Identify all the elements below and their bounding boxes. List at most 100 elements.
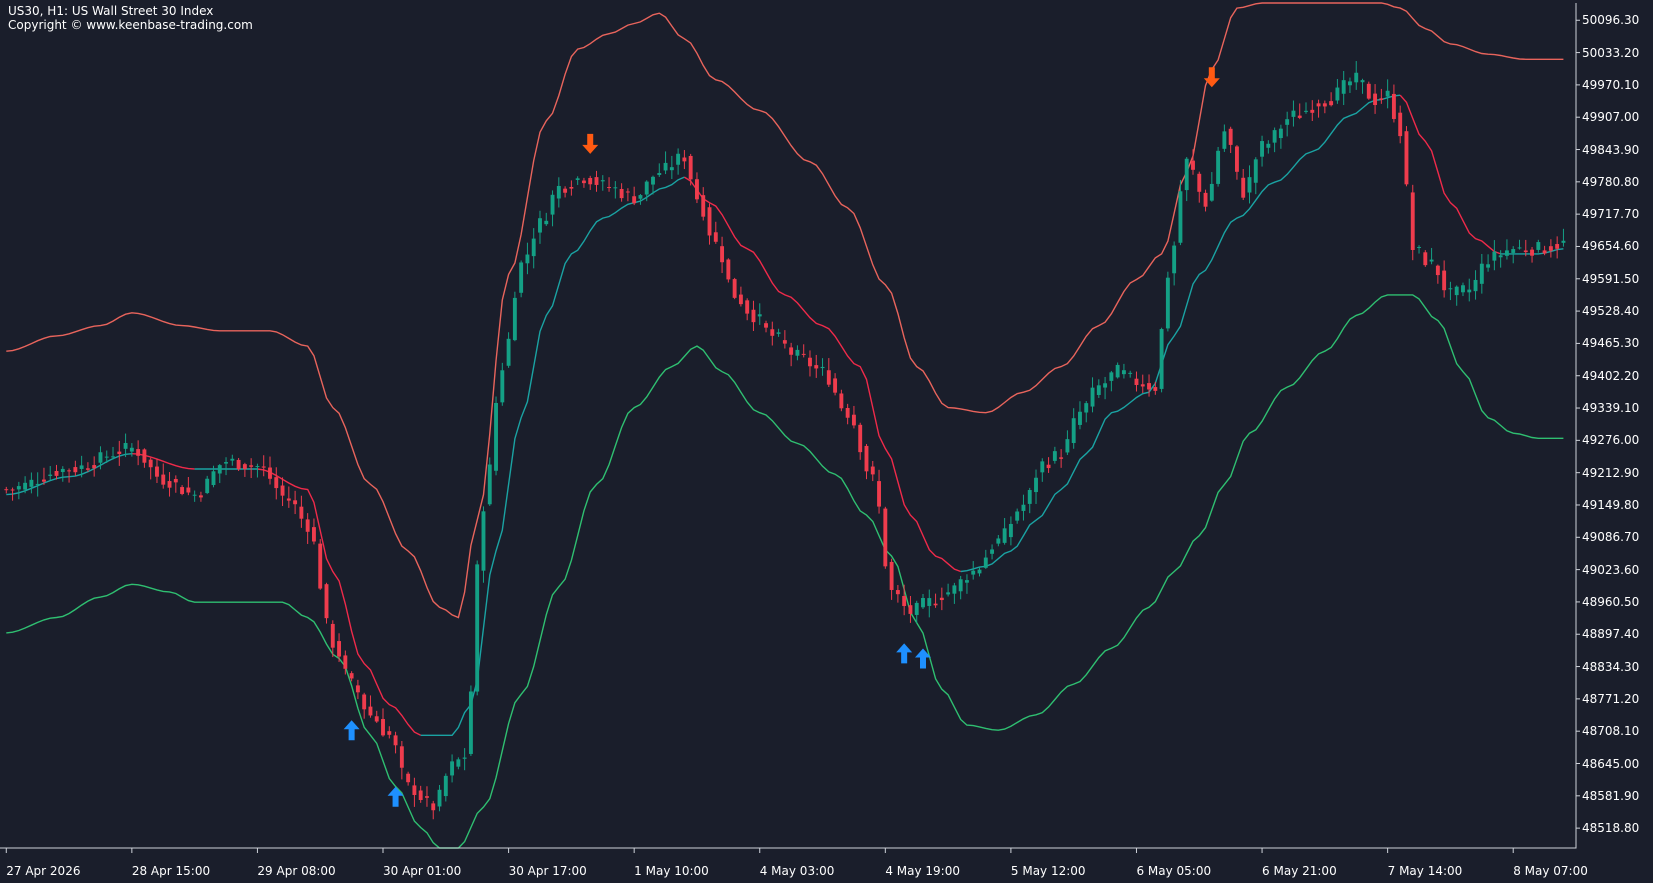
candle-body [1498,255,1503,258]
candle-body [933,603,938,606]
candle-body [255,466,260,468]
candle-body [1329,101,1334,106]
candle-body [1536,242,1541,250]
candle-body [632,196,637,204]
candle-body [1542,250,1547,254]
candle-body [644,181,649,195]
candle-body [1165,277,1170,329]
candle-body [977,569,982,574]
candle-body [525,254,530,264]
candle-body [236,459,241,470]
candle-body [789,347,794,355]
price-label: 49023.60 [1582,562,1640,577]
candle-body [569,187,574,189]
time-label: 7 May 14:00 [1387,864,1463,878]
price-label: 49717.70 [1582,207,1640,222]
candle-body [1310,109,1315,113]
candle-body [1523,250,1528,253]
candle-body [180,487,185,494]
candle-body [142,449,147,463]
candle-body [1379,98,1384,100]
candle-body [575,178,580,180]
candle-body [23,482,28,490]
price-label: 48897.40 [1582,627,1640,642]
candle-body [1197,173,1202,192]
candle-body [776,332,781,334]
candle-body [1096,385,1101,395]
candle-body [512,297,517,341]
chart-title: US30, H1: US Wall Street 30 Index [8,4,214,18]
candle-body [581,180,586,184]
candle-body [1410,192,1415,250]
candle-body [205,478,210,494]
candle-body [927,598,932,606]
candle-body [864,445,869,472]
candle-body [858,424,863,453]
candle-body [98,452,103,463]
price-chart[interactable] [0,0,1653,883]
candle-body [550,194,555,215]
candle-body [939,597,944,601]
candle-body [833,378,838,393]
candle-body [738,294,743,305]
candle-body [1147,383,1151,390]
candle-body [1278,128,1283,139]
price-label: 48960.50 [1582,594,1640,609]
candle-body [117,451,122,454]
candle-body [1555,244,1560,249]
candle-body [211,471,216,486]
candle-body [1316,103,1321,107]
time-label: 27 Apr 2026 [6,864,81,878]
candle-body [707,207,712,236]
candle-body [676,153,681,165]
candle-body [1479,263,1484,284]
candle-body [104,456,109,458]
candle-body [1128,372,1133,374]
candle-body [16,486,21,490]
candle-body [895,590,900,595]
price-label: 48645.00 [1582,756,1640,771]
candle-body [198,495,203,498]
candle-body [230,458,235,461]
candle-body [1209,183,1214,201]
candle-body [1222,131,1227,149]
candle-body [29,479,34,487]
candle-body [242,464,247,470]
candle-body [337,641,342,657]
candle-body [186,487,191,493]
chart-window[interactable]: US30, H1: US Wall Street 30 Index Copyri… [0,0,1653,883]
candle-body [286,498,291,501]
candle-body [1134,378,1139,385]
candle-body [1140,384,1145,387]
candle-body [155,466,159,477]
candle-body [1065,439,1070,453]
candle-body [726,259,731,280]
candle-body [136,449,141,456]
candle-body [443,775,448,797]
time-label: 28 Apr 15:00 [131,864,211,878]
candle-body [983,557,988,568]
candle-body [506,338,511,366]
candle-body [343,655,348,669]
candle-body [1027,490,1032,504]
candle-body [619,188,624,199]
candle-body [720,246,725,263]
candle-body [481,511,486,571]
candle-body [594,177,599,185]
candle-body [274,477,279,489]
candle-body [996,538,1001,544]
candle-body [406,773,411,783]
candle-body [355,685,360,693]
candle-body [1492,251,1497,261]
candle-body [1285,119,1290,125]
candle-body [1078,411,1082,425]
candle-body [1530,249,1534,256]
candle-body [588,178,593,185]
candle-body [883,508,888,567]
candle-body [1272,130,1277,143]
candle-body [1159,329,1164,389]
candle-body [1234,146,1239,172]
candle-body [889,561,894,590]
candle-body [368,706,373,716]
price-label: 49149.80 [1582,497,1640,512]
